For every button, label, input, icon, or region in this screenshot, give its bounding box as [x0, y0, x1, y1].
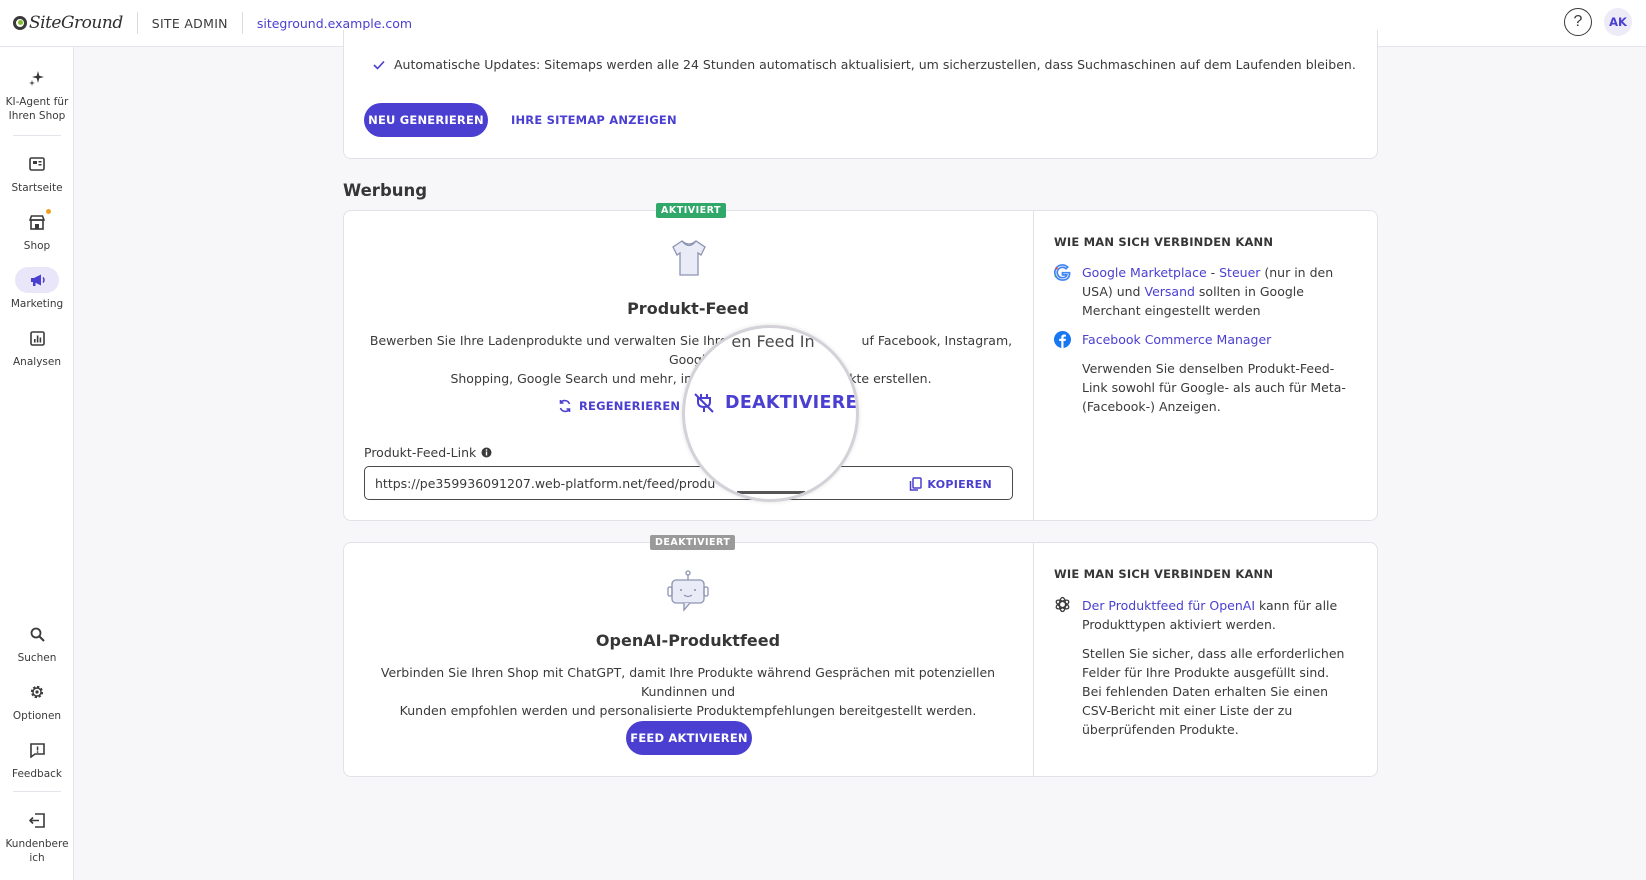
sidebar: KI-Agent für Ihren Shop Startseite Shop …: [0, 47, 74, 880]
feed-url-value: https://pe359936091207.web-platform.net/…: [375, 476, 715, 491]
regenerate-feed-button[interactable]: REGENERIEREN: [558, 399, 680, 413]
required-fields-text: Stellen Sie sicher, dass alle erforderli…: [1082, 646, 1345, 737]
robot-icon: [666, 569, 710, 617]
sidebar-item-ki-agent[interactable]: KI-Agent für Ihren Shop: [0, 65, 74, 123]
divider: [1033, 543, 1034, 776]
google-connect-text: Google Marketplace - Steuer (nur in den …: [1082, 263, 1347, 320]
desc-part: Shopping, Google Search und mehr, indem: [450, 371, 720, 386]
how-to-connect-title: WIE MAN SICH VERBINDEN KANN: [1054, 567, 1274, 581]
plug-off-icon: [694, 393, 714, 413]
divider: [1033, 211, 1034, 520]
zoom-magnifier: en Feed In DEAKTIVIEREN: [682, 325, 859, 502]
divider: [136, 12, 138, 34]
divider: [241, 12, 243, 34]
sidebar-item-shop[interactable]: Shop: [0, 209, 74, 253]
auto-updates-row: Automatische Updates: Sitemaps werden al…: [373, 57, 1356, 72]
view-sitemap-link[interactable]: IHRE SITEMAP ANZEIGEN: [511, 113, 677, 127]
deactivate-feed-button[interactable]: DEAKTIVIEREN: [693, 392, 859, 414]
info-icon[interactable]: [481, 447, 492, 458]
logo-text: SiteGround: [29, 13, 123, 33]
sidebar-item-label: Kundenbereich: [5, 838, 69, 864]
tax-link[interactable]: Steuer: [1219, 265, 1260, 280]
desc-line: Verbinden Sie Ihren Shop mit ChatGPT, da…: [380, 665, 996, 699]
google-icon: [1054, 264, 1071, 285]
shirt-icon: [670, 238, 708, 282]
openai-feed-link[interactable]: Der Produktfeed für OpenAI: [1082, 598, 1255, 613]
magnifier-text: en Feed In: [731, 332, 815, 351]
chart-icon: [15, 325, 59, 351]
sparkle-icon: [15, 65, 59, 91]
sidebar-item-label: Marketing: [10, 298, 64, 310]
sidebar-item-marketing[interactable]: Marketing: [0, 267, 74, 311]
feed-link-label-text: Produkt-Feed-Link: [364, 445, 477, 460]
shipping-link[interactable]: Versand: [1144, 284, 1194, 299]
openai-connect-text: Der Produktfeed für OpenAI kann für alle…: [1082, 596, 1347, 634]
divider: [13, 135, 61, 136]
feed-url-input[interactable]: https://pe359936091207.web-platform.net/…: [364, 466, 1013, 500]
site-admin-label: SITE ADMIN: [151, 15, 228, 31]
auto-updates-text: Automatische Updates: Sitemaps werden al…: [394, 57, 1356, 72]
feedback-icon: [15, 737, 59, 763]
sidebar-item-label: Shop: [23, 240, 51, 252]
regenerate-sitemap-button[interactable]: NEU GENERIEREN: [364, 103, 488, 137]
gear-icon: [15, 679, 59, 705]
openai-feed-title: OpenAI-Produktfeed: [595, 631, 781, 650]
sidebar-item-startseite[interactable]: Startseite: [0, 151, 74, 195]
product-feed-title: Produkt-Feed: [627, 299, 749, 318]
store-icon: [15, 209, 59, 235]
activate-feed-button[interactable]: FEED AKTIVIEREN: [626, 721, 752, 755]
help-icon[interactable]: ?: [1564, 8, 1592, 36]
megaphone-icon: [15, 267, 59, 293]
search-icon: [15, 621, 59, 647]
desc-line: Kunden empfohlen werden und personalisie…: [399, 703, 977, 718]
refresh-icon: [559, 399, 571, 413]
sidebar-item-kundenbereich[interactable]: Kundenbereich: [0, 807, 74, 865]
logo-mark-icon: [13, 16, 27, 30]
desc-part: Bewerben Sie Ihre Ladenprodukte und verw…: [369, 333, 747, 348]
facebook-icon: [1054, 331, 1071, 352]
dashboard-icon: [15, 151, 59, 177]
openai-feed-description: Verbinden Sie Ihren Shop mit ChatGPT, da…: [353, 663, 1023, 720]
feed-link-label: Produkt-Feed-Link: [364, 445, 492, 460]
sidebar-item-optionen[interactable]: Optionen: [0, 679, 74, 723]
logout-icon: [15, 807, 59, 833]
magnifier-underline: [737, 491, 805, 494]
sidebar-item-label: Suchen: [17, 652, 57, 664]
siteground-logo[interactable]: SiteGround: [13, 0, 123, 47]
check-icon: [373, 60, 385, 70]
sitemap-card: [343, 30, 1378, 159]
sidebar-item-label: Optionen: [12, 710, 62, 722]
sidebar-item-label: KI-Agent für Ihren Shop: [5, 96, 69, 122]
divider: [13, 791, 61, 792]
notification-dot: [46, 209, 51, 214]
site-domain-link[interactable]: siteground.example.com: [257, 16, 412, 31]
facebook-manager-link[interactable]: Facebook Commerce Manager: [1082, 330, 1347, 349]
regenerate-label: REGENERIEREN: [579, 399, 681, 413]
avatar[interactable]: AK: [1604, 8, 1632, 36]
sidebar-item-feedback[interactable]: Feedback: [0, 737, 74, 781]
sidebar-item-label: Startseite: [11, 182, 63, 194]
sidebar-item-label: Feedback: [11, 768, 62, 780]
dash-text: -: [1206, 265, 1220, 280]
sidebar-item-analysen[interactable]: Analysen: [0, 325, 74, 369]
section-title: Werbung: [343, 181, 428, 200]
google-marketplace-link[interactable]: Google Marketplace: [1082, 265, 1207, 280]
copy-label: KOPIEREN: [927, 477, 992, 491]
sidebar-item-label: Analysen: [13, 356, 61, 368]
copy-button[interactable]: KOPIEREN: [909, 477, 992, 491]
facebook-manager-label: Facebook Commerce Manager: [1082, 332, 1272, 347]
status-badge: DEAKTIVIERT: [650, 535, 736, 550]
openai-icon: [1054, 596, 1071, 617]
how-to-connect-title: WIE MAN SICH VERBINDEN KANN: [1054, 235, 1274, 249]
status-badge: AKTIVIERT: [656, 203, 726, 218]
deactivate-label: DEAKTIVIEREN: [725, 393, 859, 413]
copy-icon: [910, 477, 923, 491]
sidebar-item-suchen[interactable]: Suchen: [0, 621, 74, 665]
facebook-connect-text: Verwenden Sie denselben Produkt-Feed-Lin…: [1082, 361, 1346, 414]
